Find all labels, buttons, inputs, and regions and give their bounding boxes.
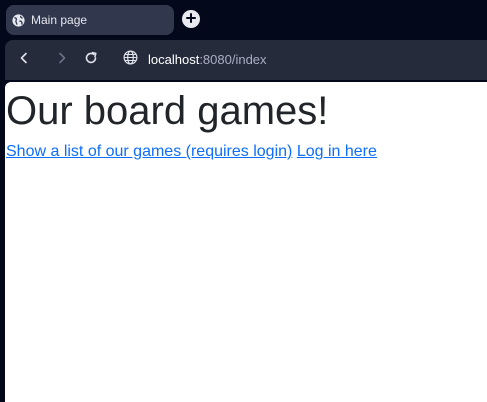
page-title: Our board games!: [6, 89, 329, 133]
browser-toolbar: localhost:8080/index: [5, 40, 487, 80]
tab-strip: Main page: [0, 0, 487, 40]
url-host: localhost: [148, 52, 200, 67]
chevron-right-icon: [56, 51, 68, 69]
page-viewport: Our board games! Show a list of our game…: [5, 82, 487, 402]
address-bar[interactable]: localhost:8080/index: [148, 52, 267, 67]
chevron-left-icon: [18, 51, 30, 69]
tab-main-page[interactable]: Main page: [6, 5, 174, 35]
show-games-link[interactable]: Show a list of our games (requires login…: [6, 143, 292, 160]
back-button[interactable]: [14, 50, 34, 70]
page-links: Show a list of our games (requires login…: [6, 142, 377, 162]
login-link[interactable]: Log in here: [297, 143, 377, 160]
plus-icon: [186, 10, 196, 28]
new-tab-button[interactable]: [182, 10, 200, 28]
globe-icon: [123, 50, 138, 70]
tab-title: Main page: [31, 13, 88, 27]
globe-icon: [12, 13, 25, 27]
reload-icon: [84, 51, 98, 70]
reload-button[interactable]: [81, 50, 101, 70]
site-info-button[interactable]: [121, 50, 139, 70]
url-path: :8080/index: [199, 52, 267, 67]
forward-button[interactable]: [52, 50, 72, 70]
